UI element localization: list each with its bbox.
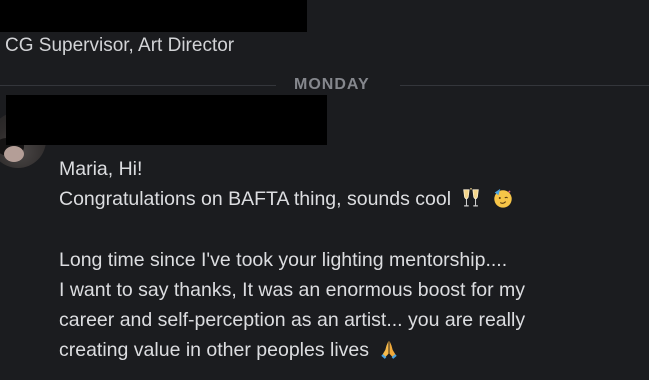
- message-text: Congratulations on BAFTA thing, sounds c…: [59, 188, 452, 211]
- day-divider: MONDAY: [0, 74, 649, 96]
- message-line: Congratulations on BAFTA thing, sounds c…: [59, 184, 639, 214]
- message-line: Maria, Hi!: [59, 154, 639, 184]
- chat-view: CG Supervisor, Art Director MONDAY Maria…: [0, 0, 649, 380]
- message-body: Maria, Hi! Congratulations on BAFTA thin…: [59, 154, 639, 365]
- message-text: career and self-perception as an artist.…: [59, 308, 526, 331]
- folded-hands-icon: [381, 340, 398, 359]
- redacted-author-name: [0, 0, 307, 32]
- author-subtitle: CG Supervisor, Art Director: [5, 35, 235, 56]
- clinking-glasses-icon: [463, 188, 480, 207]
- redacted-sender-name: [6, 95, 327, 145]
- divider-line-left: [0, 85, 276, 86]
- message-line: Long time since I've took your lighting …: [59, 245, 639, 275]
- message-line: career and self-perception as an artist.…: [59, 305, 639, 335]
- partying-face-icon: [494, 189, 512, 208]
- message-text: Long time since I've took your lighting …: [59, 248, 508, 271]
- divider-line-right: [400, 85, 649, 86]
- avatar-face: [4, 146, 24, 162]
- day-divider-label: MONDAY: [294, 76, 370, 93]
- message-line: I want to say thanks, It was an enormous…: [59, 275, 639, 305]
- message-text: I want to say thanks, It was an enormous…: [59, 278, 526, 301]
- message-line: creating value in other peoples lives: [59, 335, 639, 365]
- message-text: Maria, Hi!: [59, 158, 143, 180]
- message-text: creating value in other peoples lives: [59, 339, 370, 362]
